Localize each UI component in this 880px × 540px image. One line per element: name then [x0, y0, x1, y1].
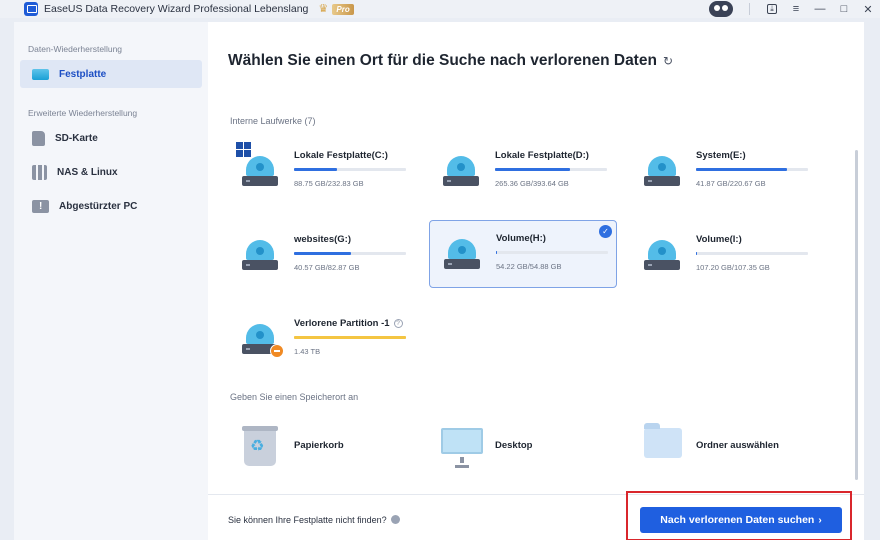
app-title: EaseUS Data Recovery Wizard Professional… [44, 3, 309, 15]
hard-drive-icon [644, 240, 680, 270]
drive-name: System(E:) [696, 150, 746, 161]
drive-usage-fill [294, 252, 352, 255]
drive-usage-fill [495, 168, 571, 171]
page-title: Wählen Sie einen Ort für die Suche nach … [228, 52, 673, 70]
drive-size: 265.36 GB/393.64 GB [495, 179, 569, 188]
disk-icon [32, 68, 49, 80]
sidebar-item-sd-karte[interactable]: SD-Karte [20, 124, 202, 152]
assistant-mascot-icon[interactable] [709, 1, 733, 17]
page-title-text: Wählen Sie einen Ort für die Suche nach … [228, 52, 657, 69]
drive-usage-bar [294, 336, 406, 339]
drive-size: 107.20 GB/107.35 GB [696, 263, 770, 272]
app-logo-icon [24, 2, 38, 16]
pro-badge: ♛ Pro [318, 3, 362, 15]
drive-usage-fill [696, 168, 787, 171]
location-select-folder[interactable]: Ordner auswählen [630, 422, 816, 468]
sidebar-heading-advanced: Erweiterte Wiederherstellung [28, 108, 138, 118]
drive-name: Volume(H:) [496, 233, 546, 244]
drive-name: Lokale Festplatte(C:) [294, 150, 388, 161]
title-bar: EaseUS Data Recovery Wizard Professional… [0, 0, 880, 18]
sd-card-icon [32, 130, 45, 146]
hard-drive-icon [242, 324, 284, 358]
drive-usage-bar [696, 252, 808, 255]
drive-name: Lokale Festplatte(D:) [495, 150, 589, 161]
drive-usage-bar [294, 252, 406, 255]
main-panel: Wählen Sie einen Ort für die Suche nach … [208, 22, 864, 540]
drive-usage-bar [496, 251, 608, 254]
refresh-icon[interactable]: ↻ [663, 54, 673, 68]
hard-drive-icon [236, 142, 278, 186]
crashed-pc-icon [32, 199, 49, 213]
sidebar-item-label: Festplatte [59, 68, 107, 80]
menu-button[interactable]: ≡ [784, 0, 808, 18]
hard-drive-icon [242, 240, 278, 270]
maximize-button[interactable]: □ [832, 0, 856, 18]
hard-drive-icon [443, 156, 479, 186]
hard-drive-icon [644, 156, 680, 186]
drive-usage-fill [696, 252, 698, 255]
location-recycle-bin[interactable]: Papierkorb [228, 422, 414, 468]
nas-icon [32, 164, 47, 180]
drive-card-c[interactable]: Lokale Festplatte(C:) 88.75 GB/232.83 GB [228, 138, 414, 204]
drive-size: 88.75 GB/232.83 GB [294, 179, 364, 188]
drive-size: 41.87 GB/220.67 GB [696, 179, 766, 188]
download-icon: ⤓ [767, 4, 777, 14]
recycle-bin-icon [242, 426, 278, 466]
drive-size: 40.57 GB/82.87 GB [294, 263, 360, 272]
checkmark-icon: ✓ [599, 225, 612, 238]
drive-size: 1.43 TB [294, 347, 321, 356]
help-icon[interactable] [390, 515, 400, 524]
folder-icon [644, 423, 682, 458]
location-name: Desktop [495, 440, 533, 451]
sidebar-item-label: SD-Karte [55, 132, 98, 144]
drive-card-d[interactable]: Lokale Festplatte(D:) 265.36 GB/393.64 G… [429, 138, 615, 204]
location-name: Papierkorb [294, 440, 344, 451]
location-name: Ordner auswählen [696, 440, 779, 451]
drive-name: websites(G:) [294, 234, 352, 245]
sidebar-heading-recovery: Daten-Wiederherstellung [28, 44, 123, 54]
drive-card-lost-partition[interactable]: Verlorene Partition -1? 1.43 TB [228, 306, 414, 372]
drive-name: Verlorene Partition -1? [294, 318, 403, 329]
location-desktop[interactable]: Desktop [429, 422, 615, 468]
drive-card-g[interactable]: websites(G:) 40.57 GB/82.87 GB [228, 222, 414, 288]
sidebar-item-label: NAS & Linux [57, 166, 118, 178]
drive-card-i[interactable]: Volume(I:) 107.20 GB/107.35 GB [630, 222, 816, 288]
drive-usage-bar [294, 168, 406, 171]
drive-card-h[interactable]: Volume(H:) 54.22 GB/54.88 GB ✓ [429, 220, 617, 288]
drive-usage-bar [696, 168, 808, 171]
drive-card-e[interactable]: System(E:) 41.87 GB/220.67 GB [630, 138, 816, 204]
minimize-button[interactable]: — [808, 0, 832, 18]
drive-size: 54.22 GB/54.88 GB [496, 262, 562, 271]
pro-label: Pro [332, 4, 354, 15]
download-button[interactable]: ⤓ [760, 0, 784, 18]
drive-usage-bar [495, 168, 607, 171]
scrollbar[interactable] [855, 150, 858, 480]
sidebar-item-nas-linux[interactable]: NAS & Linux [20, 158, 202, 186]
internal-drives-label: Interne Laufwerke (7) [230, 116, 316, 126]
footer: Sie können Ihre Festplatte nicht finden?… [208, 491, 864, 540]
sidebar: Daten-Wiederherstellung Festplatte Erwei… [14, 22, 208, 540]
hard-drive-icon [444, 239, 480, 269]
chevron-right-icon: › [818, 514, 822, 526]
sidebar-item-label: Abgestürzter PC [59, 200, 138, 212]
help-icon[interactable]: ? [393, 319, 403, 328]
sidebar-item-festplatte[interactable]: Festplatte [20, 60, 202, 88]
drive-usage-fill [294, 168, 337, 171]
close-button[interactable]: ✕ [856, 0, 880, 18]
sidebar-item-crashed-pc[interactable]: Abgestürzter PC [20, 192, 202, 220]
location-label: Geben Sie einen Speicherort an [230, 392, 359, 402]
desktop-icon [441, 428, 483, 468]
crown-icon: ♛ [318, 3, 329, 15]
window-controls: ⤓ ≡ — □ ✕ [709, 0, 880, 18]
footer-hint: Sie können Ihre Festplatte nicht finden? [228, 515, 400, 525]
drive-name: Volume(I:) [696, 234, 742, 245]
divider [749, 3, 750, 15]
scan-button[interactable]: Nach verlorenen Daten suchen › [640, 507, 842, 533]
drive-usage-fill [294, 336, 406, 339]
lost-partition-icon [270, 344, 284, 358]
drive-usage-fill [496, 251, 498, 254]
scan-button-label: Nach verlorenen Daten suchen [660, 514, 815, 526]
windows-logo-icon [236, 142, 251, 157]
